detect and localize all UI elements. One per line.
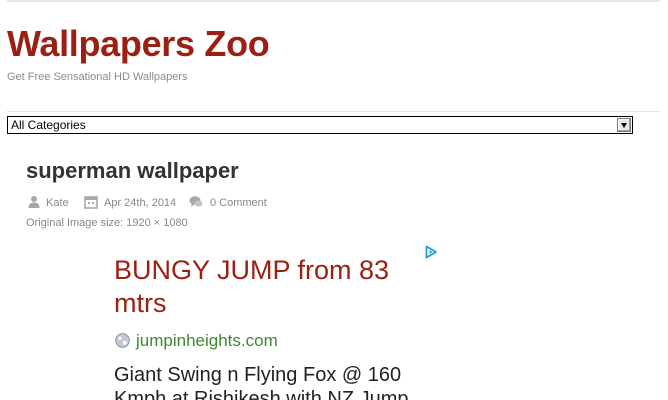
post-title: superman wallpaper [26, 158, 239, 183]
post-comments-link[interactable]: 0 Comment [210, 197, 267, 210]
ad-headline[interactable]: BUNGY JUMP from 83 mtrs [114, 254, 424, 320]
globe-icon [115, 333, 130, 348]
ad-description[interactable]: Giant Swing n Flying Fox @ 160 Kmph at R… [114, 363, 424, 400]
user-icon [28, 196, 40, 208]
site-tagline: Get Free Sensational HD Wallpapers [7, 71, 188, 83]
post-author[interactable]: Kate [46, 197, 69, 210]
post-date: Apr 24th, 2014 [104, 197, 177, 209]
site-title[interactable]: Wallpapers Zoo [7, 24, 270, 64]
ad-unit[interactable]: BUNGY JUMP from 83 mtrs jumpinheights.co… [114, 242, 444, 400]
comment-icon [189, 196, 203, 207]
chevron-down-icon[interactable] [617, 118, 631, 132]
header-divider [7, 111, 660, 112]
top-divider [7, 0, 660, 2]
category-select-value: All Categories [11, 118, 86, 132]
calendar-icon [84, 196, 98, 209]
image-size-info: Original Image size: 1920 × 1080 [26, 217, 188, 229]
category-select[interactable]: All Categories [7, 116, 633, 134]
adchoices-icon[interactable] [424, 245, 438, 259]
ad-url[interactable]: jumpinheights.com [136, 331, 278, 351]
